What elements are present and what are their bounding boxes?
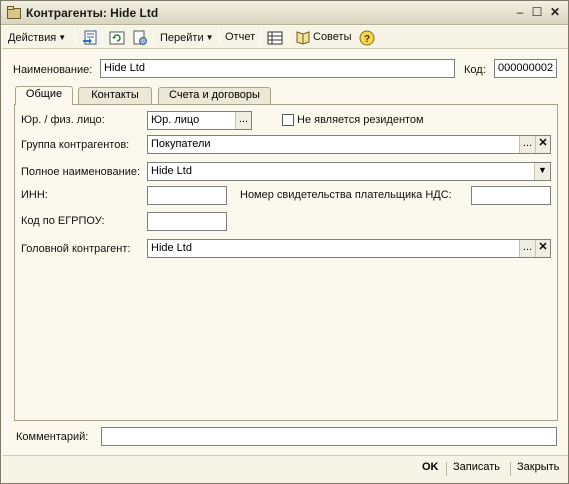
select-head-counterparty-button[interactable]: ... (519, 240, 535, 257)
title-bar[interactable]: Контрагенты: Hide Ltd – ☐ ✕ (1, 1, 568, 25)
code-label: Код: (464, 64, 486, 76)
nonresident-label: Не является резидентом (297, 114, 424, 126)
button-divider (446, 462, 447, 476)
document-settings-icon[interactable] (132, 30, 148, 46)
chevron-down-icon: ▼ (205, 33, 214, 42)
toolbar-divider (75, 29, 76, 46)
goto-menu[interactable]: Перейти ▼ (160, 30, 214, 46)
refresh-icon[interactable] (109, 30, 125, 46)
tab-contacts[interactable]: Контакты (78, 87, 152, 104)
entity-type-label: Юр. / физ. лицо: (21, 114, 105, 126)
fullname-field[interactable]: Hide Ltd ▼ (147, 162, 551, 181)
report-button[interactable]: Отчет (225, 30, 255, 46)
vat-cert-field[interactable] (471, 186, 551, 205)
group-field[interactable]: Покупатели ... ✕ (147, 135, 551, 154)
head-counterparty-value: Hide Ltd (151, 242, 192, 254)
structure-icon[interactable] (267, 30, 283, 46)
fullname-label: Полное наименование: (21, 166, 141, 178)
inn-field[interactable] (147, 186, 227, 205)
goto-menu-label: Перейти (160, 32, 204, 44)
maximize-button[interactable]: ☐ (529, 5, 545, 20)
toolbar-divider (153, 29, 154, 46)
minimize-button[interactable]: – (512, 5, 528, 20)
button-divider (510, 462, 511, 476)
toolbar-divider (289, 29, 290, 46)
chevron-down-icon: ▼ (58, 33, 67, 42)
edrpou-field[interactable] (147, 212, 227, 231)
comment-field[interactable] (101, 427, 557, 446)
list-arrow-icon[interactable] (82, 30, 98, 46)
bottom-bar: OK Записать Закрыть (2, 455, 568, 483)
tab-accounts-contracts[interactable]: Счета и договоры (158, 87, 271, 104)
help-icon[interactable]: ? (359, 30, 375, 46)
toolbar-divider (260, 29, 261, 46)
tab-general[interactable]: Общие (15, 86, 73, 105)
toolbar-divider (219, 29, 220, 46)
toolbar-divider (102, 29, 103, 46)
vat-cert-label: Номер свидетельства плательщика НДС: (240, 189, 452, 201)
nonresident-checkbox[interactable] (282, 114, 294, 126)
code-field[interactable]: 000000002 (494, 59, 557, 78)
close-window-button[interactable]: ✕ (547, 5, 563, 20)
comment-label: Комментарий: (16, 431, 89, 443)
chevron-down-icon[interactable]: ▼ (534, 163, 550, 180)
entity-type-value: Юр. лицо (151, 114, 200, 126)
group-label: Группа контрагентов: (21, 139, 130, 151)
group-value: Покупатели (151, 138, 211, 150)
fullname-value: Hide Ltd (151, 165, 192, 177)
tips-button[interactable]: Советы (295, 30, 351, 46)
actions-menu[interactable]: Действия ▼ (8, 30, 66, 46)
book-icon (296, 31, 310, 45)
name-field[interactable]: Hide Ltd (100, 59, 455, 78)
actions-menu-label: Действия (8, 32, 57, 44)
window-title: Контрагенты: Hide Ltd (26, 6, 159, 20)
inn-label: ИНН: (21, 189, 48, 201)
head-counterparty-field[interactable]: Hide Ltd ... ✕ (147, 239, 551, 258)
close-button[interactable]: Закрыть (517, 461, 559, 473)
select-group-button[interactable]: ... (519, 136, 535, 153)
save-button[interactable]: Записать (453, 461, 500, 473)
clear-group-icon[interactable]: ✕ (535, 136, 550, 153)
ok-button[interactable]: OK (422, 461, 439, 473)
toolbar: Действия ▼ Перейти ▼ Отчет Советы ? (2, 26, 568, 49)
edrpou-label: Код по ЕГРПОУ: (21, 215, 105, 227)
head-counterparty-label: Головной контрагент: (21, 243, 131, 255)
clear-head-counterparty-icon[interactable]: ✕ (535, 240, 550, 257)
entity-type-field[interactable]: Юр. лицо ... (147, 111, 252, 130)
tips-label: Советы (313, 31, 352, 43)
folder-icon (7, 6, 21, 19)
name-label: Наименование: (13, 64, 93, 76)
svg-text:?: ? (364, 34, 370, 45)
select-entity-type-button[interactable]: ... (235, 112, 251, 129)
window: Контрагенты: Hide Ltd – ☐ ✕ Действия ▼ Пе… (0, 0, 569, 484)
